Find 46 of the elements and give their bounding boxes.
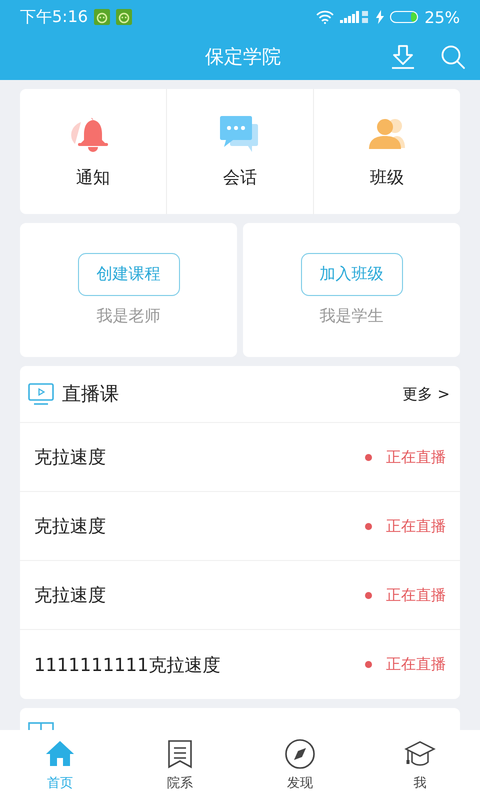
live-dot-icon [365, 522, 372, 530]
role-caption: 我是学生 [320, 306, 384, 327]
shortcut-item[interactable]: 会话 [166, 89, 313, 214]
tab-label: 院系 [167, 775, 193, 792]
live-status: 正在直播 [386, 586, 446, 604]
live-dot-icon [365, 592, 372, 598]
status-time: 下午5:16 [20, 6, 88, 28]
role-caption: 我是老师 [96, 306, 160, 327]
charging-icon [376, 10, 384, 24]
tab-item[interactable]: 发现 [240, 730, 360, 800]
shortcut-item[interactable]: 通知 [20, 89, 166, 214]
signal-icon [340, 11, 370, 23]
tab-item[interactable]: 院系 [120, 730, 240, 800]
live-dot-icon [365, 454, 372, 460]
tab-label: 发现 [287, 775, 313, 792]
compass-icon [284, 738, 316, 770]
tab-item[interactable]: 我 [360, 730, 480, 800]
shortcut-label: 通知 [76, 167, 110, 189]
course-name: 克拉速度 [34, 446, 107, 469]
download-icon[interactable] [390, 44, 416, 70]
course-name: 克拉速度 [34, 515, 107, 538]
live-course-row[interactable]: 克拉速度 正在直播 [20, 423, 460, 492]
search-icon[interactable] [440, 44, 466, 70]
live-dot-icon [365, 661, 372, 668]
course-name: 克拉速度 [34, 584, 107, 607]
shortcut-label: 班级 [370, 167, 404, 189]
app-notification-icon [94, 9, 110, 25]
more-link[interactable]: 更多 > [402, 384, 450, 404]
shortcut-label: 会话 [223, 167, 257, 189]
wifi-icon [316, 10, 334, 24]
battery-icon [390, 11, 418, 23]
live-course-row[interactable]: 1111111111克拉速度 正在直播 [20, 630, 460, 699]
live-status: 正在直播 [386, 516, 446, 536]
live-status: 正在直播 [386, 448, 446, 466]
tv-icon [28, 383, 54, 405]
tab-label: 首页 [47, 775, 73, 792]
live-course-row[interactable]: 克拉速度 正在直播 [20, 561, 460, 630]
live-status: 正在直播 [386, 655, 446, 674]
course-name: 1111111111克拉速度 [34, 654, 222, 676]
live-course-row[interactable]: 克拉速度 正在直播 [20, 492, 460, 561]
page-title: 保定学院 [204, 45, 282, 70]
shortcut-item[interactable]: 班级 [313, 89, 460, 214]
app-notification-icon [116, 9, 132, 25]
section-title: 直播课 [62, 382, 119, 407]
battery-percent: 25% [424, 8, 460, 26]
tab-label: 我 [414, 775, 426, 792]
